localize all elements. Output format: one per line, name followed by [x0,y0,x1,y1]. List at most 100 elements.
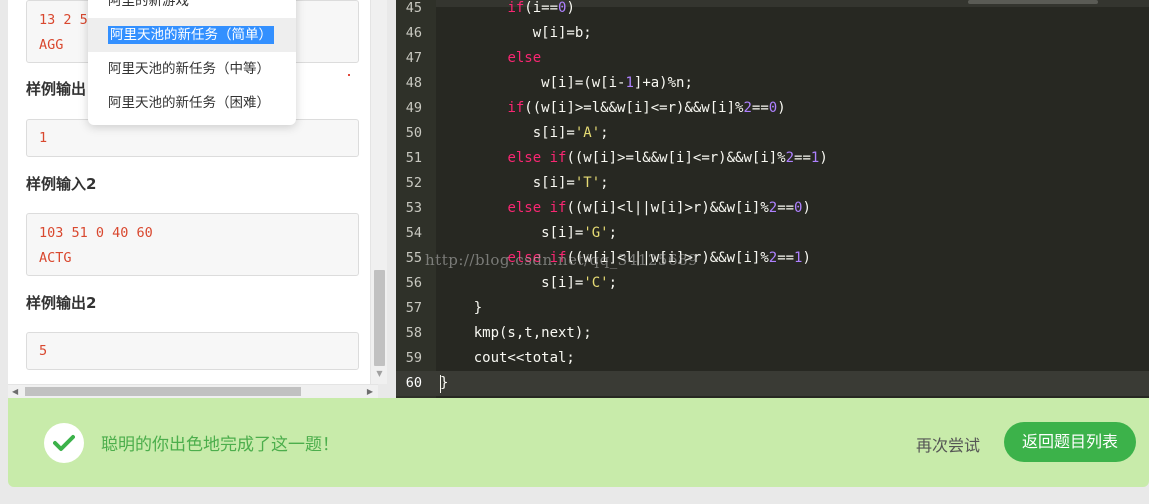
code-token: w[i]=(w[i- [541,75,626,91]
number-token: 1 [625,75,634,91]
dropdown-item-hard[interactable]: 阿里天池的新任务（困难） [88,86,296,120]
code-text: s[i]='A'; [440,121,609,146]
code-token: kmp(s,t,next); [473,325,592,341]
blog-watermark: http://blog.csdn.net/qq_34125689 [425,251,699,269]
code-text: } [440,296,482,321]
dropdown-item-label: 阿里天池的新任务（困难） [108,95,270,111]
line-number: 59 [405,350,422,366]
left-panel-vertical-scrollbar[interactable]: ▼ [370,0,387,384]
code-line[interactable]: 46 w[i]=b; [396,21,1149,46]
scroll-right-arrow-icon[interactable]: ▶ [367,386,373,398]
code-token: ; [608,275,618,291]
code-line[interactable]: 54 s[i]='G'; [396,221,1149,246]
code-line[interactable]: 59 cout<<total; [396,346,1149,371]
code-text: else [440,46,541,71]
line-number: 46 [405,25,422,41]
problem-dropdown-menu: 阿里的新游戏 阿里天池的新任务（简单） 阿里天池的新任务（中等） 阿里天池的新任… [88,0,296,125]
sample-input-2-box: 103 51 0 40 60 ACTG [26,213,359,276]
line-number: 49 [405,100,422,116]
dropdown-item-new-game[interactable]: 阿里的新游戏 [88,0,296,18]
code-token: == [794,150,811,166]
dropdown-item-label: 阿里天池的新任务（中等） [108,61,270,77]
code-token: ) [802,200,811,216]
line-number: 50 [405,125,422,141]
sample-output-1-heading: 样例输出 [26,80,87,98]
line-number: 57 [405,300,422,316]
code-text: else if((w[i]<l||w[i]>r)&&w[i]%2==0) [440,196,811,221]
number-token: 2 [768,250,778,266]
code-token: s[i]= [532,125,575,141]
code-token: ) [777,100,786,116]
back-to-list-button[interactable]: 返回题目列表 [1004,422,1136,462]
code-token: } [473,300,483,316]
code-token: ; [608,225,618,241]
keyword-token: if [507,0,525,16]
keyword-token: else [507,50,542,66]
number-token: 2 [768,200,778,216]
success-banner: 聪明的你出色地完成了这一题！ 再次尝试 返回题目列表 [8,398,1149,487]
code-line[interactable]: 47 else [396,46,1149,71]
code-line[interactable]: 45 if(i==0) [396,0,1149,21]
retry-button[interactable]: 再次尝试 [916,432,980,456]
code-token: } [440,375,449,391]
number-token: 2 [743,100,752,116]
code-text: } [440,371,448,396]
vertical-scroll-thumb[interactable] [374,270,385,366]
success-message: 聪明的你出色地完成了这一题！ [101,435,339,455]
code-line[interactable]: 52 s[i]='T'; [396,171,1149,196]
code-token: == [777,250,795,266]
app-root: 13 2 5 AGG 样例输出 1 样例输入2 103 51 0 40 60 A… [0,0,1149,504]
line-number: 60 [405,375,422,391]
number-token: 2 [785,150,795,166]
string-token: 'A' [574,125,601,141]
sample-output-1-line-1: 1 [39,130,48,146]
code-line[interactable]: 60} [396,371,1149,396]
code-editor[interactable]: 45 if(i==0) 46 w[i]=b; 47 else 48 w[i]=(w[i… [396,0,1149,398]
line-number: 45 [405,0,422,16]
line-number: 55 [405,250,422,266]
code-line[interactable]: 48 w[i]=(w[i-1]+a)%n; [396,71,1149,96]
code-token: ]+a)%n; [633,75,693,91]
code-text: s[i]='G'; [440,221,617,246]
sample-input-2-heading: 样例输入2 [26,175,97,193]
dropdown-item-label: 阿里天池的新任务（简单） [108,26,274,44]
number-token: 0 [768,100,778,116]
left-panel-horizontal-scrollbar[interactable]: ◀ ▶ [8,384,378,398]
line-number: 54 [405,225,422,241]
scroll-down-arrow-icon[interactable]: ▼ [375,369,384,378]
code-line[interactable]: 58 kmp(s,t,next); [396,321,1149,346]
code-text: w[i]=b; [440,21,592,46]
code-line[interactable]: 53 else if((w[i]<l||w[i]>r)&&w[i]%2==0) [396,196,1149,221]
code-token: ) [819,150,828,166]
code-token: ; [600,175,609,191]
code-line[interactable]: 50 s[i]='A'; [396,121,1149,146]
red-dot-marker [348,74,350,76]
line-number: 52 [405,175,422,191]
code-line[interactable]: 56 s[i]='C'; [396,271,1149,296]
code-text: kmp(s,t,next); [440,321,592,346]
dropdown-item-easy[interactable]: 阿里天池的新任务（简单） [88,18,296,52]
code-text: if((w[i]>=l&&w[i]<=r)&&w[i]%2==0) [440,96,786,121]
code-line[interactable]: 51 else if((w[i]>=l&&w[i]<=r)&&w[i]%2==1… [396,146,1149,171]
sample-input-2-line-2: ACTG [39,250,72,266]
line-number: 47 [405,50,422,66]
scroll-left-arrow-icon[interactable]: ◀ [12,386,18,398]
text-cursor [440,375,441,393]
code-token: s[i]= [541,275,584,291]
code-line[interactable]: 57 } [396,296,1149,321]
dropdown-item-medium[interactable]: 阿里天池的新任务（中等） [88,52,296,86]
code-line[interactable]: 49 if((w[i]>=l&&w[i]<=r)&&w[i]%2==0) [396,96,1149,121]
line-number: 58 [405,325,422,341]
sample-output-2-heading: 样例输出2 [26,294,97,312]
code-text: s[i]='C'; [440,271,617,296]
sample-output-2-box: 5 [26,332,359,370]
code-text: w[i]=(w[i-1]+a)%n; [440,71,693,96]
keyword-token: else if [507,150,567,166]
string-token: 'G' [583,225,609,241]
code-text: s[i]='T'; [440,171,609,196]
code-token: s[i]= [532,175,575,191]
keyword-token: else if [507,200,567,216]
code-text: else if((w[i]>=l&&w[i]<=r)&&w[i]%2==1) [440,146,828,171]
code-token: cout<<total; [473,350,575,366]
horizontal-scroll-thumb[interactable] [25,387,301,396]
